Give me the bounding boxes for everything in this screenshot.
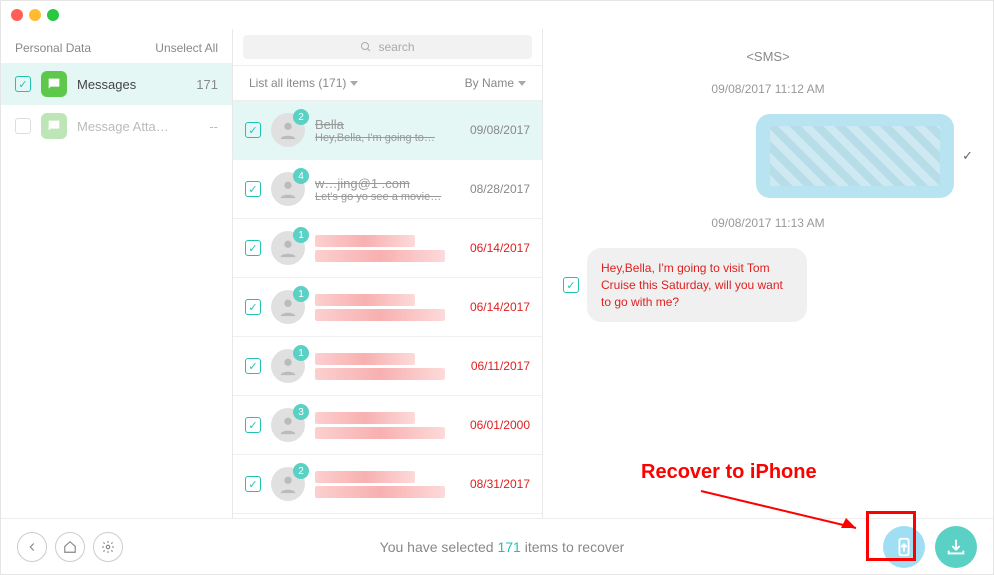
recover-to-iphone-button[interactable] bbox=[883, 526, 925, 568]
sidebar-category-messages[interactable]: ✓ Messages 171 bbox=[1, 63, 232, 105]
category-label: Message Atta… bbox=[77, 119, 199, 134]
close-window-button[interactable] bbox=[11, 9, 23, 21]
item-checkbox[interactable]: ✓ bbox=[245, 358, 261, 374]
messages-icon bbox=[41, 71, 67, 97]
gear-icon bbox=[101, 540, 115, 554]
contact-avatar: 3 bbox=[271, 408, 305, 442]
redacted-preview bbox=[315, 250, 445, 262]
item-date: 09/08/2017 bbox=[470, 123, 530, 137]
sort-label: By Name bbox=[465, 76, 514, 90]
redacted-name bbox=[315, 353, 415, 365]
unread-badge: 4 bbox=[293, 168, 309, 184]
minimize-window-button[interactable] bbox=[29, 9, 41, 21]
item-checkbox[interactable]: ✓ bbox=[245, 122, 261, 138]
unread-badge: 2 bbox=[293, 463, 309, 479]
back-button[interactable] bbox=[17, 532, 47, 562]
category-count: -- bbox=[209, 119, 218, 134]
category-checkbox[interactable] bbox=[15, 118, 31, 134]
arrow-left-icon bbox=[25, 540, 39, 554]
maximize-window-button[interactable] bbox=[47, 9, 59, 21]
category-label: Messages bbox=[77, 77, 186, 92]
footer-bar: You have selected 171 items to recover bbox=[1, 518, 993, 574]
window-titlebar bbox=[1, 1, 993, 29]
sidebar-section-title: Personal Data bbox=[15, 41, 91, 55]
conversation-item[interactable]: ✓ 1 06/11/2017 bbox=[233, 337, 542, 396]
unselect-all-link[interactable]: Unselect All bbox=[155, 41, 218, 55]
conversation-item[interactable]: ✓ 2 Bella Hey,Bella, I'm going to… 09/08… bbox=[233, 101, 542, 160]
contact-avatar: 1 bbox=[271, 290, 305, 324]
redacted-preview bbox=[315, 486, 445, 498]
contact-avatar: 1 bbox=[271, 349, 305, 383]
sort-dropdown[interactable]: By Name bbox=[465, 76, 526, 90]
home-icon bbox=[63, 540, 77, 554]
unread-badge: 1 bbox=[293, 345, 309, 361]
conversation-item[interactable]: ✓ 1 06/14/2017 bbox=[233, 219, 542, 278]
contact-name: w…jing@1 .com bbox=[315, 176, 460, 191]
unread-badge: 2 bbox=[293, 109, 309, 125]
unread-badge: 1 bbox=[293, 286, 309, 302]
message-checkbox[interactable]: ✓ bbox=[563, 277, 579, 293]
search-placeholder: search bbox=[378, 40, 414, 54]
message-checkbox[interactable]: ✓ bbox=[962, 148, 973, 164]
contact-avatar: 4 bbox=[271, 172, 305, 206]
redacted-name bbox=[315, 294, 415, 306]
list-filter-dropdown[interactable]: List all items (171) bbox=[249, 76, 358, 90]
item-date: 06/14/2017 bbox=[470, 241, 530, 255]
preview-type-label: <SMS> bbox=[563, 49, 973, 64]
item-date: 06/01/2000 bbox=[470, 418, 530, 432]
message-attach-icon bbox=[41, 113, 67, 139]
item-checkbox[interactable]: ✓ bbox=[245, 240, 261, 256]
export-to-computer-button[interactable] bbox=[935, 526, 977, 568]
redacted-name bbox=[315, 471, 415, 483]
unread-badge: 3 bbox=[293, 404, 309, 420]
message-timestamp: 09/08/2017 11:13 AM bbox=[563, 216, 973, 230]
category-checkbox[interactable]: ✓ bbox=[15, 76, 31, 92]
home-button[interactable] bbox=[55, 532, 85, 562]
conversation-item[interactable]: ✓ 3 06/01/2000 bbox=[233, 396, 542, 455]
conversation-item[interactable]: ✓ 2 08/31/2017 bbox=[233, 455, 542, 514]
chevron-down-icon bbox=[350, 81, 358, 86]
message-list-panel: search List all items (171) By Name ✓ 2 … bbox=[233, 29, 543, 518]
phone-import-icon bbox=[893, 536, 915, 558]
sent-message-bubble[interactable] bbox=[756, 114, 954, 198]
item-date: 06/14/2017 bbox=[470, 300, 530, 314]
item-checkbox[interactable]: ✓ bbox=[245, 417, 261, 433]
contact-avatar: 2 bbox=[271, 467, 305, 501]
contact-avatar: 2 bbox=[271, 113, 305, 147]
item-date: 08/31/2017 bbox=[470, 477, 530, 491]
message-preview-panel: <SMS> 09/08/2017 11:12 AM ✓ 09/08/2017 1… bbox=[543, 29, 993, 518]
download-icon bbox=[945, 536, 967, 558]
message-preview: Hey,Bella, I'm going to… bbox=[315, 132, 460, 144]
message-timestamp: 09/08/2017 11:12 AM bbox=[563, 82, 973, 96]
item-date: 08/28/2017 bbox=[470, 182, 530, 196]
chevron-down-icon bbox=[518, 81, 526, 86]
conversation-item[interactable]: ✓ 4 w…jing@1 .com Let's go yo see a movi… bbox=[233, 160, 542, 219]
contact-name: Bella bbox=[315, 117, 460, 132]
item-checkbox[interactable]: ✓ bbox=[245, 299, 261, 315]
sidebar-category-message-attach[interactable]: Message Atta… -- bbox=[1, 105, 232, 147]
category-count: 171 bbox=[196, 77, 218, 92]
list-filter-label: List all items (171) bbox=[249, 76, 346, 90]
redacted-preview bbox=[315, 427, 445, 439]
redacted-preview bbox=[315, 368, 445, 380]
contact-avatar: 1 bbox=[271, 231, 305, 265]
item-checkbox[interactable]: ✓ bbox=[245, 181, 261, 197]
settings-button[interactable] bbox=[93, 532, 123, 562]
conversation-item[interactable]: ✓ 1 06/14/2017 bbox=[233, 278, 542, 337]
item-date: 06/11/2017 bbox=[471, 359, 530, 373]
message-preview: Let's go yo see a movie… bbox=[315, 191, 460, 203]
redacted-name bbox=[315, 412, 415, 424]
item-checkbox[interactable]: ✓ bbox=[245, 476, 261, 492]
redacted-preview bbox=[315, 309, 445, 321]
redacted-name bbox=[315, 235, 415, 247]
sidebar: Personal Data Unselect All ✓ Messages 17… bbox=[1, 29, 233, 518]
unread-badge: 1 bbox=[293, 227, 309, 243]
search-icon bbox=[360, 41, 372, 53]
received-message-bubble[interactable]: Hey,Bella, I'm going to visit Tom Cruise… bbox=[587, 248, 807, 322]
search-input[interactable]: search bbox=[243, 35, 532, 59]
selection-status-text: You have selected 171 items to recover bbox=[131, 539, 873, 555]
redacted-content bbox=[770, 126, 940, 186]
